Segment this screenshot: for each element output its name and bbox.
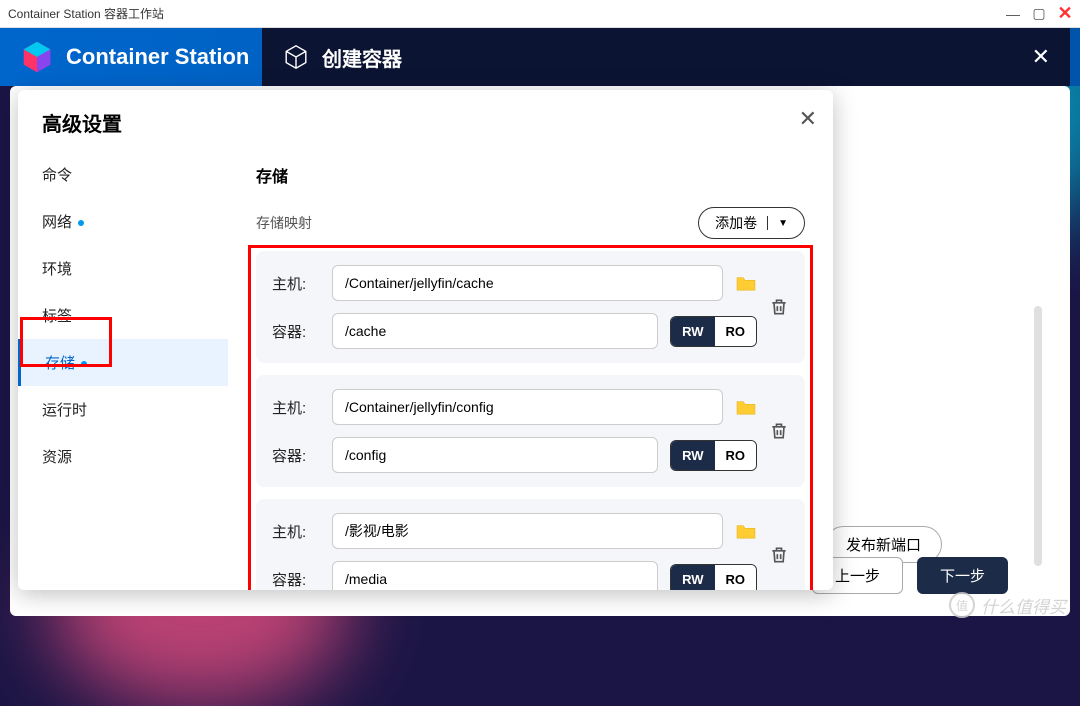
add-volume-button[interactable]: 添加卷 ▼ bbox=[698, 207, 805, 239]
trash-icon[interactable] bbox=[769, 545, 789, 565]
sidebar-item-5[interactable]: 运行时 bbox=[18, 386, 228, 433]
host-label: 主机: bbox=[272, 397, 320, 418]
sidebar-item-6[interactable]: 资源 bbox=[18, 433, 228, 480]
container-label: 容器: bbox=[272, 569, 320, 590]
sidebar-item-label: 命令 bbox=[42, 167, 72, 184]
rwro-toggle: RW RO bbox=[670, 316, 757, 347]
sidebar-item-label: 标签 bbox=[42, 308, 72, 325]
trash-icon[interactable] bbox=[769, 297, 789, 317]
host-path-input[interactable] bbox=[332, 513, 723, 549]
sidebar-item-label: 环境 bbox=[42, 261, 72, 278]
container-label: 容器: bbox=[272, 321, 320, 342]
sidebar-item-0[interactable]: 命令 bbox=[18, 151, 228, 198]
modal-close-icon[interactable]: ✕ bbox=[1032, 44, 1050, 70]
container-label: 容器: bbox=[272, 445, 320, 466]
mapping-row: 主机: 容器: RW RO bbox=[256, 499, 805, 590]
sidebar-item-4[interactable]: 存储 bbox=[18, 339, 228, 386]
storage-panel-title: 存储 bbox=[256, 163, 805, 187]
sidebar-item-label: 资源 bbox=[42, 449, 72, 466]
folder-icon[interactable] bbox=[735, 522, 757, 540]
trash-icon[interactable] bbox=[769, 421, 789, 441]
app-logo-icon bbox=[18, 38, 56, 76]
sidebar-item-2[interactable]: 环境 bbox=[18, 245, 228, 292]
modal-title: 创建容器 bbox=[322, 43, 1032, 72]
rw-button[interactable]: RW bbox=[671, 565, 714, 591]
window-title: Container Station 容器工作站 bbox=[8, 5, 1006, 22]
add-volume-label: 添加卷 bbox=[715, 213, 757, 233]
rwro-toggle: RW RO bbox=[670, 440, 757, 471]
rw-button[interactable]: RW bbox=[671, 441, 714, 470]
cube-icon bbox=[282, 43, 310, 71]
dot-indicator-icon bbox=[78, 220, 84, 226]
container-path-input[interactable] bbox=[332, 561, 658, 590]
divider bbox=[767, 216, 768, 230]
minimize-button[interactable]: — bbox=[1006, 7, 1020, 21]
mapping-row: 主机: 容器: RW RO bbox=[256, 375, 805, 487]
dot-indicator-icon bbox=[81, 361, 87, 367]
close-button[interactable]: ✕ bbox=[1058, 7, 1072, 21]
container-path-input[interactable] bbox=[332, 313, 658, 349]
settings-close-icon[interactable]: ✕ bbox=[799, 106, 817, 132]
host-label: 主机: bbox=[272, 521, 320, 542]
rw-button[interactable]: RW bbox=[671, 317, 714, 346]
rwro-toggle: RW RO bbox=[670, 564, 757, 591]
host-label: 主机: bbox=[272, 273, 320, 294]
container-path-input[interactable] bbox=[332, 437, 658, 473]
folder-icon[interactable] bbox=[735, 274, 757, 292]
sidebar-item-label: 存储 bbox=[45, 355, 75, 372]
folder-icon[interactable] bbox=[735, 398, 757, 416]
app-title: Container Station bbox=[66, 44, 249, 70]
host-path-input[interactable] bbox=[332, 389, 723, 425]
watermark: 值 什么值得买 bbox=[949, 592, 1066, 618]
sidebar-item-3[interactable]: 标签 bbox=[18, 292, 228, 339]
sidebar-item-1[interactable]: 网络 bbox=[18, 198, 228, 245]
settings-sidebar: 命令网络环境标签存储运行时资源 bbox=[18, 151, 228, 590]
next-step-button[interactable]: 下一步 bbox=[917, 557, 1008, 594]
ro-button[interactable]: RO bbox=[715, 441, 757, 470]
sidebar-item-label: 网络 bbox=[42, 214, 72, 231]
mapping-row: 主机: 容器: RW RO bbox=[256, 251, 805, 363]
host-path-input[interactable] bbox=[332, 265, 723, 301]
ro-button[interactable]: RO bbox=[715, 317, 757, 346]
settings-title: 高级设置 bbox=[18, 90, 833, 151]
sidebar-item-label: 运行时 bbox=[42, 402, 87, 419]
storage-mapping-label: 存储映射 bbox=[256, 213, 698, 233]
scrollbar[interactable] bbox=[1034, 306, 1042, 566]
ro-button[interactable]: RO bbox=[715, 565, 757, 591]
maximize-button[interactable]: ▢ bbox=[1032, 7, 1046, 21]
chevron-down-icon[interactable]: ▼ bbox=[778, 218, 788, 229]
